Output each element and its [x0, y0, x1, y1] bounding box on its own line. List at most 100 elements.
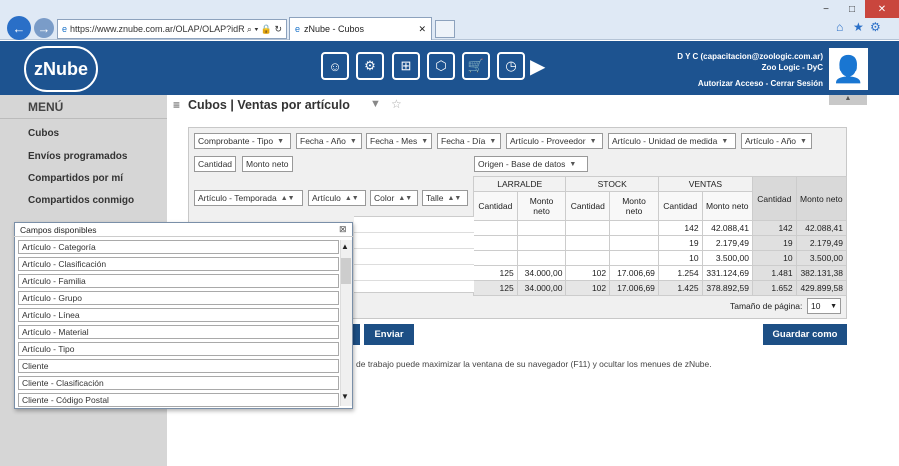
field-item[interactable]: Artículo - Categoría — [18, 240, 339, 254]
address-bar[interactable]: e https://www.znube.com.ar/OLAP/OLAP?idR ⌕… — [57, 19, 287, 39]
save-as-button[interactable]: Guardar como — [763, 324, 847, 345]
table-cell: 125 — [473, 265, 518, 281]
row-field-articulo[interactable]: Artículo ▲▼ — [308, 190, 366, 206]
data-field-monto-neto[interactable]: Monto neto — [242, 156, 293, 172]
tab-znube[interactable]: e zNube - Cubos ✕ — [289, 17, 432, 40]
col-header[interactable]: LARRALDE — [472, 176, 567, 192]
grand-total-header: Monto neto — [795, 176, 848, 221]
sort-icon[interactable]: ▲▼ — [447, 195, 461, 202]
filter-articulo-unidad[interactable]: Artículo - Unidad de medida ▼ — [608, 133, 736, 149]
row-field-color[interactable]: Color ▲▼ — [370, 190, 418, 206]
filter-dropdown-icon[interactable]: ▼ — [569, 161, 576, 168]
sidebar-item-compartidos-conmigo[interactable]: Compartidos conmigo — [28, 195, 134, 206]
sidebar-item-envios[interactable]: Envíos programados — [28, 151, 127, 162]
minimize-button[interactable]: − — [813, 0, 839, 18]
field-item[interactable]: Artículo - Tipo — [18, 342, 339, 356]
filter-fecha-dia[interactable]: Fecha - Día ▼ — [437, 133, 501, 149]
close-popup-icon[interactable]: ⊠ — [339, 224, 347, 235]
data-field-cantidad[interactable]: Cantidad — [194, 156, 237, 172]
row-field-talle[interactable]: Talle ▲▼ — [422, 190, 468, 206]
field-item[interactable]: Artículo - Material — [18, 325, 339, 339]
col-header[interactable]: STOCK — [565, 176, 659, 192]
maximize-button[interactable]: □ — [839, 0, 865, 18]
filter-dropdown-icon[interactable]: ▼ — [800, 138, 807, 145]
field-item[interactable]: Artículo - Línea — [18, 308, 339, 322]
hamburger-icon[interactable]: ≡ — [173, 98, 180, 112]
filter-comprobante-tipo[interactable]: Comprobante - Tipo ▼ — [194, 133, 291, 149]
clock-icon[interactable]: ◷ — [497, 52, 525, 80]
sub-header: Monto neto — [701, 191, 753, 221]
home-icon[interactable]: ⌂ — [836, 20, 843, 34]
table-cell: 42.088,41 — [795, 220, 848, 236]
back-button[interactable]: ← — [7, 16, 31, 40]
forward-button[interactable]: → — [34, 18, 54, 38]
star-icon[interactable]: ☆ — [391, 97, 402, 111]
field-item[interactable]: Cliente - Código Postal — [18, 393, 339, 407]
field-item[interactable]: Artículo - Clasificación — [18, 257, 339, 271]
filter-articulo-anio[interactable]: Artículo - Año ▼ — [741, 133, 812, 149]
table-cell: 17.006,69 — [609, 265, 659, 281]
filter-icon[interactable]: ▼ — [370, 98, 381, 110]
pivot-table: LARRALDE STOCK VENTAS Cantidad Monto net… — [472, 176, 848, 296]
nav-next-icon[interactable]: ▶ — [530, 54, 545, 79]
filter-dropdown-icon[interactable]: ▼ — [421, 138, 428, 145]
sort-icon[interactable]: ▲▼ — [281, 195, 295, 202]
col-header[interactable]: VENTAS — [657, 176, 753, 192]
field-item[interactable]: Cliente — [18, 359, 339, 373]
field-list: Artículo - Categoría Artículo - Clasifica… — [14, 238, 340, 408]
new-tab-button[interactable] — [435, 20, 455, 38]
favorites-icon[interactable]: ★ — [853, 20, 864, 34]
close-tab-icon[interactable]: ✕ — [418, 24, 426, 35]
cart-icon[interactable]: 🛒 — [462, 52, 490, 80]
filter-dropdown-icon[interactable]: ▼ — [350, 138, 357, 145]
filter-articulo-proveedor[interactable]: Artículo - Proveedor ▼ — [506, 133, 603, 149]
table-cell: 10 — [751, 250, 797, 266]
filter-dropdown-icon[interactable]: ▼ — [590, 138, 597, 145]
table-cell: 142 — [751, 220, 797, 236]
page-size-select[interactable]: 10 ▼ — [807, 298, 841, 314]
users-icon[interactable]: ☺ — [321, 52, 349, 80]
send-button[interactable]: Enviar — [364, 324, 414, 345]
table-cell: 34.000,00 — [516, 265, 567, 281]
scroll-up-icon[interactable]: ▲ — [341, 242, 349, 251]
filter-fecha-anio[interactable]: Fecha - Año ▼ — [296, 133, 362, 149]
settings-icon[interactable]: ⚙ — [870, 20, 881, 34]
close-window-button[interactable]: ✕ — [865, 0, 899, 18]
table-cell — [609, 220, 659, 236]
scroll-thumb[interactable] — [341, 258, 351, 284]
search-icon[interactable]: ⌕ ▾ 🔒 ↻ — [247, 24, 282, 35]
sort-icon[interactable]: ▲▼ — [398, 195, 412, 202]
row-field-temporada[interactable]: Artículo - Temporada ▲▼ — [194, 190, 303, 206]
table-cell — [516, 220, 567, 236]
calculator-icon[interactable]: ⊞ — [392, 52, 420, 80]
row-headers — [354, 216, 474, 293]
column-field-origen[interactable]: Origen - Base de datos ▼ — [474, 156, 588, 172]
sidebar-item-compartidos-por-mi[interactable]: Compartidos por mí — [28, 173, 123, 184]
table-cell: 378.892,59 — [701, 280, 753, 296]
table-cell — [516, 250, 567, 266]
session-links[interactable]: Autorizar Acceso - Cerrar Sesión — [620, 79, 823, 88]
avatar[interactable]: 👤 — [829, 48, 868, 90]
scroll-down-icon[interactable]: ▼ — [341, 392, 349, 401]
user-info: D Y C (capacitacion@zoologic.com.ar) — [677, 52, 823, 61]
table-cell: 19 — [657, 235, 703, 251]
collapse-header-icon[interactable]: ▲ — [829, 95, 867, 105]
car-icon[interactable]: ⚙ — [356, 52, 384, 80]
table-cell: 125 — [473, 280, 518, 296]
field-item[interactable]: Artículo - Grupo — [18, 291, 339, 305]
sidebar-item-cubos[interactable]: Cubos — [28, 128, 59, 139]
table-cell — [473, 250, 518, 266]
sort-icon[interactable]: ▲▼ — [345, 195, 359, 202]
filter-fecha-mes[interactable]: Fecha - Mes ▼ — [366, 133, 432, 149]
filter-dropdown-icon[interactable]: ▼ — [277, 138, 284, 145]
table-cell: 331.124,69 — [701, 265, 753, 281]
field-label: Origen - Base de datos — [478, 159, 566, 169]
table-cell — [609, 235, 659, 251]
box-icon[interactable]: ⬡ — [427, 52, 455, 80]
page-size-label: Tamaño de página: — [730, 301, 803, 311]
znube-logo[interactable]: zNube — [24, 46, 98, 92]
field-item[interactable]: Cliente - Clasificación — [18, 376, 339, 390]
filter-dropdown-icon[interactable]: ▼ — [489, 138, 496, 145]
field-item[interactable]: Artículo - Familia — [18, 274, 339, 288]
filter-dropdown-icon[interactable]: ▼ — [721, 138, 728, 145]
